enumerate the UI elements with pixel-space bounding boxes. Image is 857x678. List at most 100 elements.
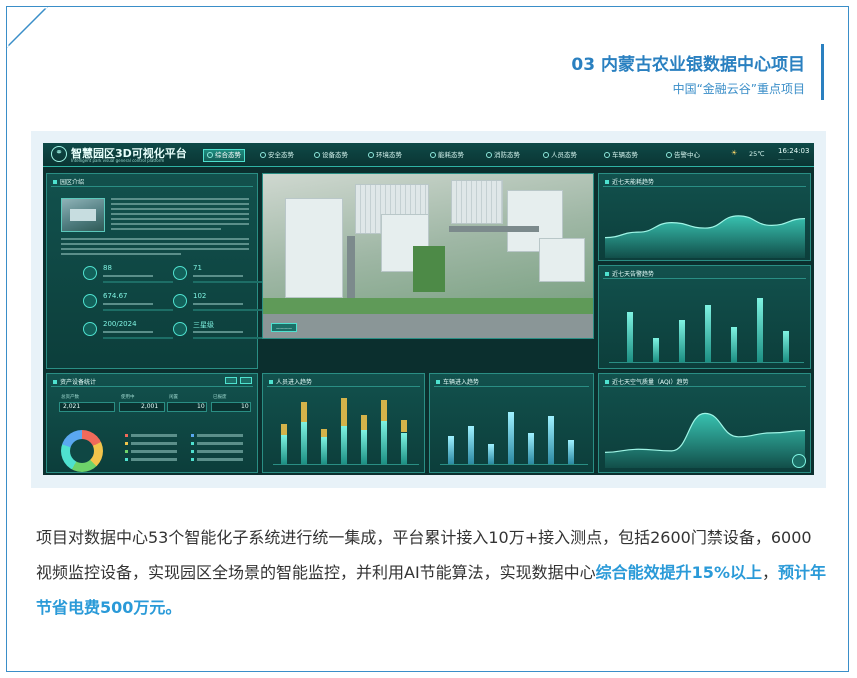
text-line [111,228,221,230]
stat-label [103,303,153,305]
panel-weekly-trend: 近七天告警趋势 [598,265,811,369]
panel-park-intro: 园区介绍 88 71 674.67 102 200/2024 三星级 [46,173,263,369]
stat-label [103,331,153,333]
chart-bar [401,432,407,464]
chart-bar [548,416,554,464]
chart-bar [321,429,327,438]
legend-text [197,434,243,437]
chart-bar [321,437,327,464]
tab-fire[interactable]: 消防态势 [483,149,523,162]
asset-label: 闲置 [169,395,178,400]
highlight-efficiency: 综合能效提升15%以上 [595,563,762,582]
park-3d-map[interactable]: ———— [262,173,594,339]
chart-bar [361,415,367,431]
stat-item: 200/2024 [83,320,183,340]
divider [51,386,253,387]
stat-label [103,275,153,277]
stat-icon [173,322,187,336]
chart-bar [281,424,287,435]
road [347,236,355,298]
stat-item: 71 [173,264,273,284]
green-belt [263,298,593,314]
asset-value: 2,001 [141,403,159,410]
tab-security[interactable]: 安全态势 [257,149,297,162]
area-fill [605,413,805,468]
panel-title: 园区介绍 [53,177,84,186]
chart-bar [679,320,685,362]
chart-bar [653,337,659,362]
chart-bar [783,331,789,362]
dashboard-title-en: Intelligent park visual general control … [71,158,165,163]
chart-bar [361,430,367,464]
chart-bar [301,422,307,464]
tab-vehicle[interactable]: 车辆态势 [601,149,641,162]
garden [413,246,445,292]
legend-text [197,442,243,445]
text-line [61,243,249,245]
panel-aqi-trend: 近七天空气质量（AQI）趋势 [598,373,811,473]
chart-bar [508,411,514,464]
tab-environment[interactable]: 环境态势 [365,149,405,162]
chart-bar [705,304,711,362]
divider [603,386,806,387]
chart-bar [381,420,387,464]
toggle-button[interactable] [225,377,237,384]
x-axis [440,464,588,465]
chart-bar [468,425,474,464]
asset-label: 已报废 [213,395,227,400]
tab-icon [207,152,213,158]
chart-bar [281,434,287,464]
tab-label: 设备态势 [322,151,348,159]
asset-value: 10 [197,403,205,410]
tab-icon [604,152,610,158]
tab-alarm[interactable]: 告警中心 [663,149,703,162]
tab-label: 能耗态势 [438,151,464,159]
dashboard: ⚭ 智慧园区3D可视化平台 Intelligent park visual ge… [43,143,814,475]
chart-bar [401,419,407,433]
tab-label: 车辆态势 [612,151,638,159]
legend-text [197,458,243,461]
stat-item: 674.67 [83,292,183,312]
stat-item: 三星级 [173,320,273,340]
text-line [111,198,249,200]
tab-icon [430,152,436,158]
legend-dot [191,450,194,453]
building-thumbnail [61,198,105,232]
legend-dot [191,442,194,445]
tab-personnel[interactable]: 人员态势 [540,149,580,162]
panel-title: 人员进入趋势 [269,377,312,386]
asset-donut-chart [61,430,103,472]
tab-overview[interactable]: 综合态势 [203,149,245,162]
logo-icon: ⚭ [51,146,67,162]
tab-energy[interactable]: 能耗态势 [427,149,467,162]
stat-bar [193,337,263,339]
stat-bar [103,309,173,311]
chart-bar [381,399,387,421]
chart-bar [731,327,737,362]
divider [267,386,420,387]
legend-dot [191,458,194,461]
legend-dot [125,434,128,437]
body-paragraph: 项目对数据中心53个智能化子系统进行统一集成，平台累计接入10万+接入测点，包括… [36,520,826,625]
page-title: 03 内蒙古农业银数据中心项目 [571,55,805,75]
tab-equipment[interactable]: 设备态势 [311,149,351,162]
stat-bar [103,337,173,339]
tab-label: 告警中心 [674,151,700,159]
tab-label: 综合态势 [215,151,241,159]
panel-title: 近七天告警趋势 [605,269,654,278]
map-label-button[interactable]: ———— [271,323,297,332]
stat-item: 88 [83,264,183,284]
panel-title: 近七天能耗趋势 [605,177,654,186]
body-separator: ， [761,563,778,582]
stat-label [193,303,243,305]
toggle-button[interactable] [240,377,252,384]
stat-icon [83,294,97,308]
layers-icon[interactable] [792,454,806,468]
text-line [61,253,181,255]
chart-bar [341,425,347,464]
building [539,238,585,282]
temperature: 25℃ [749,150,765,158]
x-axis [273,464,419,465]
legend-text [131,458,177,461]
stat-item: 102 [173,292,273,312]
